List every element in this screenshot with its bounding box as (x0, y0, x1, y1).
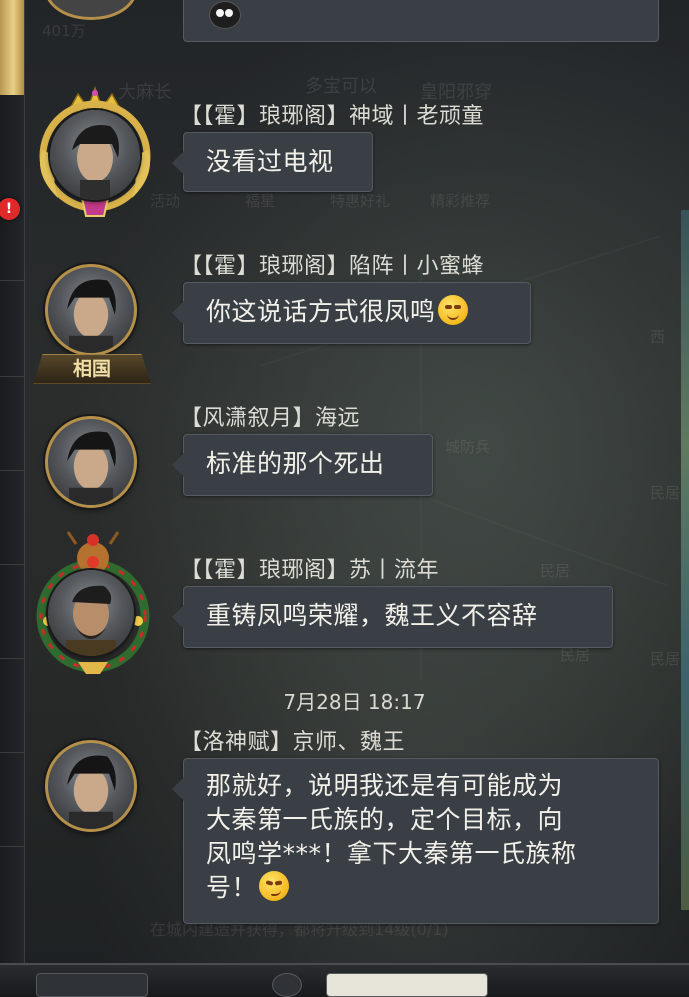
voice-button[interactable] (272, 973, 302, 997)
chat-input[interactable] (326, 973, 488, 997)
message-text: 重铸凤鸣荣耀，魏王义不容辞 (206, 601, 538, 630)
avatar[interactable] (48, 570, 134, 656)
message-text: 你这说话方式很凤鸣 (206, 297, 436, 326)
background-menu-label: 特惠好礼 (330, 192, 391, 210)
rail-tab-active[interactable] (0, 0, 24, 95)
message-line: 那就好，说明我还是有可能成为 (206, 771, 564, 800)
channel-button[interactable] (36, 973, 148, 997)
background-number: 401万 (42, 22, 86, 40)
rail-divider (0, 376, 24, 377)
background-place-label: 城防兵 (445, 438, 491, 456)
avatar[interactable] (50, 110, 140, 200)
sender-name[interactable]: 【【霍】琅琊阁】陷阵丨小蜜蜂 (180, 248, 484, 280)
sender-name[interactable]: 【洛神赋】京师、魏王 (180, 724, 405, 756)
background-place-label: 民居 (650, 484, 681, 502)
message-line: 大秦第一氏族的，定个目标，向 (206, 805, 564, 834)
background-map-label: 多宝可以 (305, 76, 377, 97)
left-side-rail (0, 0, 25, 997)
message-bubble: 标准的那个死出 (172, 434, 433, 496)
background-map-label: 大麻长 (118, 82, 172, 103)
rail-divider (0, 280, 24, 281)
message-bubble: 那就好，说明我还是有可能成为 大秦第一氏族的，定个目标，向 凤鸣学***！拿下大… (172, 758, 659, 924)
background-place-label: 西 (650, 328, 666, 346)
sender-name[interactable]: 【【霍】琅琊阁】神域丨老顽童 (180, 98, 484, 130)
bomb-emoji-icon (209, 1, 241, 29)
background-menu-label: 精彩推荐 (430, 192, 491, 210)
background-menu-label: 福星 (245, 192, 276, 210)
smirk-emoji-icon (259, 871, 290, 901)
background-place-label: 民居 (540, 562, 571, 580)
background-place-label: 民居 (650, 650, 681, 668)
bottom-input-bar (0, 963, 689, 997)
rail-divider (0, 752, 24, 753)
rail-divider (0, 470, 24, 471)
message-line: 凤鸣学***！拿下大秦第一氏族称 (206, 839, 577, 868)
avatar[interactable] (45, 416, 137, 508)
avatar[interactable] (45, 740, 137, 832)
sender-name[interactable]: 【【霍】琅琊阁】苏丨流年 (180, 552, 439, 584)
message-bubble: 你这说话方式很凤鸣 (172, 282, 531, 344)
sender-name[interactable]: 【风潇叙月】海远 (180, 400, 360, 432)
message-bubble (183, 0, 659, 42)
rail-divider (0, 658, 24, 659)
background-menu-label: 活动 (150, 192, 181, 210)
message-line: 号！ (206, 873, 258, 902)
map-edge-strip (681, 210, 689, 910)
rank-badge: 相国 (33, 354, 151, 384)
message-text: 没看过电视 (206, 147, 334, 176)
rail-divider (0, 846, 24, 847)
rail-divider (0, 564, 24, 565)
blush-emoji-icon (437, 295, 468, 325)
message-text: 标准的那个死出 (206, 449, 385, 478)
message-bubble: 重铸凤鸣荣耀，魏王义不容辞 (172, 586, 613, 648)
message-timestamp: 7月28日 18:17 (283, 690, 426, 714)
avatar[interactable] (45, 264, 137, 356)
message-bubble: 没看过电视 (172, 132, 373, 192)
